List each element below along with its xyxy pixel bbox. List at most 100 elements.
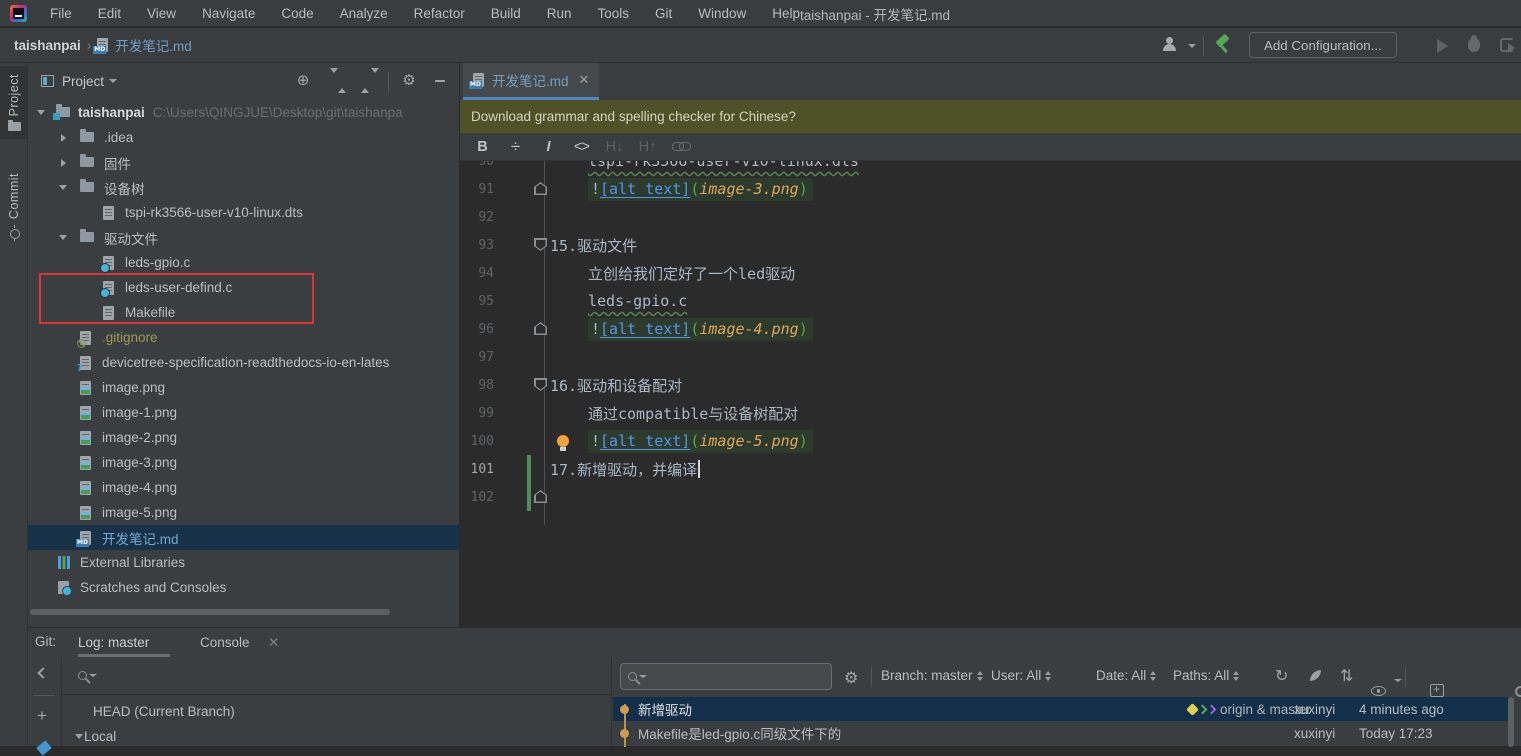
add-configuration-button[interactable]: Add Configuration... [1249, 32, 1397, 58]
profiler-icon[interactable] [1500, 38, 1514, 52]
notification-banner[interactable]: Download grammar and spelling checker fo… [460, 100, 1521, 133]
stripe-project-button[interactable]: Project [0, 66, 28, 139]
eye-dropdown-icon[interactable] [1394, 679, 1402, 682]
paint-branches-icon[interactable] [36, 740, 52, 755]
settings-gear-icon[interactable]: ⚙ [399, 71, 419, 91]
expand-all-icon[interactable] [328, 73, 340, 88]
collapse-panel-icon[interactable] [37, 667, 48, 678]
menu-view[interactable]: View [134, 0, 189, 26]
menu-edit[interactable]: Edit [85, 0, 134, 26]
branch-search-row[interactable] [62, 657, 611, 695]
editor-line[interactable]: 90 tspi-rk3566-user-v10-linux.dts [460, 161, 1521, 175]
branch-row-local[interactable]: Local [62, 724, 611, 749]
tree-item-scratches[interactable]: Scratches and Consoles [28, 575, 460, 600]
menu-build[interactable]: Build [478, 0, 534, 26]
project-panel-title[interactable]: Project [62, 74, 104, 89]
tree-item-devicetree-spec[interactable]: devicetree-specification-readthedocs-io-… [28, 350, 460, 375]
fold-start-icon[interactable] [534, 378, 547, 391]
editor-line[interactable]: 97 [460, 343, 1521, 371]
menu-window[interactable]: Window [685, 0, 759, 26]
editor-line[interactable]: 92 [460, 203, 1521, 231]
fold-start-icon[interactable] [534, 238, 547, 251]
tree-item-image-2-png[interactable]: image-2.png [28, 425, 460, 450]
header-down-icon[interactable]: H↓ [598, 139, 631, 155]
commit-row[interactable]: Makefile是led-gpio.c同级文件下的 xuxinyi Today … [613, 721, 1508, 745]
md-alt-link[interactable]: [alt text] [600, 180, 690, 198]
close-console-icon[interactable]: ✕ [268, 628, 279, 657]
tree-item-image-3-png[interactable]: image-3.png [28, 450, 460, 475]
editor-line[interactable]: 99 通过compatible与设备树配对 [460, 399, 1521, 427]
editor-line[interactable]: 100 ![alt text](image-5.png) [460, 427, 1521, 455]
tree-item-external-libraries[interactable]: External Libraries [28, 550, 460, 575]
filter-date[interactable]: Date: All [1096, 668, 1156, 683]
md-alt-link[interactable]: [alt text] [600, 432, 690, 450]
fold-end-icon[interactable] [534, 322, 547, 335]
filter-paths[interactable]: Paths: All [1173, 668, 1239, 683]
md-alt-link[interactable]: [alt text] [600, 320, 690, 338]
preview-eye-icon[interactable] [1371, 686, 1386, 696]
chevron-down-icon[interactable] [56, 175, 70, 200]
run-icon[interactable] [1437, 39, 1448, 53]
tab-console[interactable]: Console [200, 628, 250, 657]
tree-item-image-png[interactable]: image.png [28, 375, 460, 400]
commit-row-selected[interactable]: 新增驱动 origin & master xuxinyi 4 minutes a… [613, 697, 1508, 721]
search-options-icon[interactable] [89, 674, 97, 677]
editor-line[interactable]: 95 leds-gpio.c [460, 287, 1521, 315]
user-account-icon[interactable] [1162, 37, 1178, 51]
intention-bulb-icon[interactable] [557, 435, 569, 447]
breadcrumb-project[interactable]: taishanpai [14, 38, 81, 53]
chevron-down-icon[interactable] [56, 225, 70, 250]
tree-item-idea[interactable]: .idea [28, 125, 460, 150]
italic-icon[interactable]: I [532, 139, 565, 155]
fold-end-icon[interactable] [534, 490, 547, 503]
project-view-dropdown-icon[interactable] [109, 79, 117, 83]
sort-icon[interactable]: ⇅ [1340, 666, 1353, 685]
tree-item-image-1-png[interactable]: image-1.png [28, 400, 460, 425]
menu-tools[interactable]: Tools [585, 0, 643, 26]
build-hammer-icon[interactable] [1213, 35, 1233, 55]
tree-item-dev-notes-md-selected[interactable]: 开发笔记.md [28, 525, 460, 550]
brush-icon[interactable] [1310, 670, 1321, 681]
editor-line[interactable]: 98 16.驱动和设备配对 [460, 371, 1521, 399]
chevron-down-icon[interactable] [34, 100, 48, 125]
tree-item-devicetree-folder[interactable]: 设备树 [28, 175, 460, 200]
search-everywhere-icon[interactable] [1515, 686, 1521, 697]
menu-git[interactable]: Git [642, 0, 685, 26]
tree-item-dts-file[interactable]: tspi-rk3566-user-v10-linux.dts [28, 200, 460, 225]
editor[interactable]: 90 tspi-rk3566-user-v10-linux.dts 91 ![a… [460, 161, 1521, 627]
tree-item-image-4-png[interactable]: image-4.png [28, 475, 460, 500]
hide-panel-icon[interactable] [435, 80, 445, 82]
user-dropdown-icon[interactable] [1188, 44, 1196, 48]
editor-line[interactable]: 94 立创给我们定好了一个led驱动 [460, 259, 1521, 287]
editor-line[interactable]: 102 [460, 483, 1521, 511]
add-icon[interactable]: + [37, 709, 50, 722]
breadcrumb-file[interactable]: 开发笔记.md [115, 35, 192, 55]
commit-search-input[interactable] [620, 663, 832, 690]
editor-line-current[interactable]: 101 17.新增驱动，并编译 [460, 455, 1521, 483]
editor-line[interactable]: 91 ![alt text](image-3.png) [460, 175, 1521, 203]
editor-line[interactable]: 96 ![alt text](image-4.png) [460, 315, 1521, 343]
locate-file-icon[interactable]: ⊕ [293, 71, 313, 91]
menu-file[interactable]: File [37, 0, 85, 26]
menu-navigate[interactable]: Navigate [189, 0, 268, 26]
intellij-logo-icon[interactable] [10, 5, 27, 22]
debug-icon[interactable] [1468, 38, 1480, 52]
collapse-all-icon[interactable] [361, 73, 373, 88]
tree-item-leds-gpio[interactable]: leds-gpio.c [28, 250, 460, 275]
tree-item-image-5-png[interactable]: image-5.png [28, 500, 460, 525]
menu-analyze[interactable]: Analyze [327, 0, 401, 26]
stripe-commit-button[interactable]: Commit [0, 165, 28, 249]
go-to-hash-icon[interactable] [1430, 684, 1444, 697]
tree-item-root[interactable]: taishanpaiC:\Users\QINGJUE\Desktop\git\t… [28, 100, 460, 125]
bold-icon[interactable]: B [466, 139, 499, 155]
refresh-icon[interactable]: ↻ [1275, 666, 1288, 685]
chevron-right-icon[interactable] [56, 125, 70, 150]
menu-code[interactable]: Code [268, 0, 326, 26]
chevron-down-icon[interactable] [72, 724, 86, 749]
editor-line[interactable]: 93 15.驱动文件 [460, 231, 1521, 259]
code-span-icon[interactable]: <> [565, 139, 598, 155]
tab-log-master[interactable]: Log: master [78, 628, 149, 657]
branch-row-head[interactable]: HEAD (Current Branch) [62, 699, 611, 724]
filter-branch[interactable]: Branch: master [881, 668, 983, 683]
menu-run[interactable]: Run [534, 0, 585, 26]
